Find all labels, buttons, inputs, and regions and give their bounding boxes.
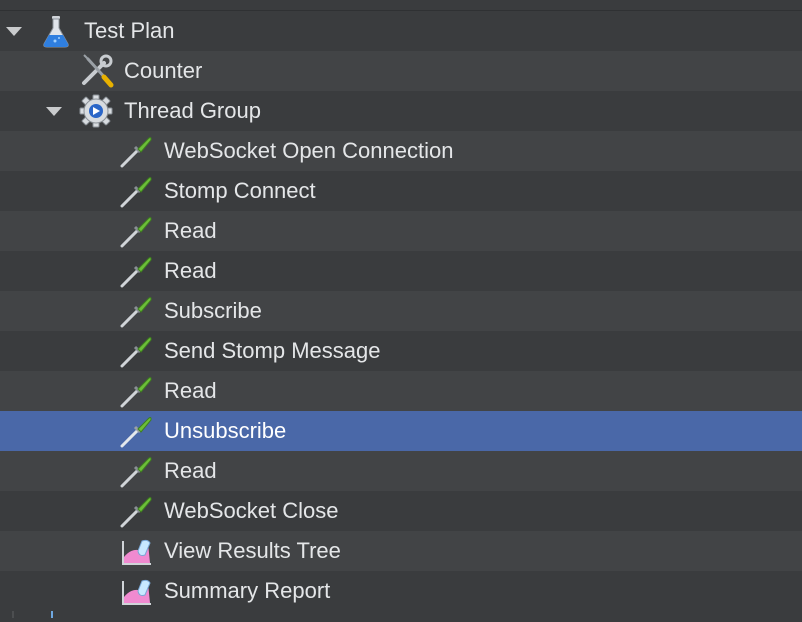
pipette-icon	[118, 333, 154, 369]
pipette-icon	[118, 253, 154, 289]
pipette-icon	[118, 133, 154, 169]
tree-item-label: Stomp Connect	[164, 178, 316, 203]
pipette-icon	[118, 493, 154, 529]
tree-item-label: Read	[164, 458, 217, 483]
tree-item-websocket-close[interactable]: WebSocket Close	[0, 491, 802, 531]
tree-item-label: Test Plan	[84, 18, 175, 43]
pipette-icon	[118, 453, 154, 489]
tree-item-unsubscribe[interactable]: Unsubscribe	[0, 411, 802, 451]
tree-item-label: Read	[164, 258, 217, 283]
tree-item-label: Summary Report	[164, 578, 331, 603]
tree-item-counter[interactable]: Counter	[0, 51, 802, 91]
pipette-icon	[118, 373, 154, 409]
pipette-icon	[118, 213, 154, 249]
tree-item-read[interactable]: Read	[0, 211, 802, 251]
pipette-icon	[118, 173, 154, 209]
tree-item-read[interactable]: Read	[0, 451, 802, 491]
tree-item-subscribe[interactable]: Subscribe	[0, 291, 802, 331]
tree-item-label: WebSocket Close	[164, 498, 339, 523]
pipette-icon	[118, 413, 154, 449]
tree-item-read[interactable]: Read	[0, 371, 802, 411]
flask-icon	[38, 13, 74, 49]
collapse-toggle-thread-group[interactable]	[42, 91, 66, 131]
chart-listener-icon	[118, 533, 154, 569]
tree-item-label: View Results Tree	[164, 538, 341, 563]
tree-item-label: Send Stomp Message	[164, 338, 381, 363]
tree-item-label: WebSocket Open Connection	[164, 138, 454, 163]
tree-item-read[interactable]: Read	[0, 251, 802, 291]
tree-item-label: Read	[164, 218, 217, 243]
tree-item-test-plan[interactable]: Test Plan	[0, 11, 802, 51]
tree-item-websocket-open-connection[interactable]: WebSocket Open Connection	[0, 131, 802, 171]
tree-item-thread-group[interactable]: Thread Group	[0, 91, 802, 131]
tree-item-label: Unsubscribe	[164, 418, 287, 443]
pipette-icon	[118, 293, 154, 329]
test-plan-tree[interactable]: Test Plan Counter Thread Group WebSocket…	[0, 11, 802, 618]
tree-item-send-stomp-message[interactable]: Send Stomp Message	[0, 331, 802, 371]
wrench-screwdriver-icon	[78, 53, 114, 89]
tree-item-stomp-connect[interactable]: Stomp Connect	[0, 171, 802, 211]
tree-item-label: Subscribe	[164, 298, 262, 323]
tree-item-view-results-tree[interactable]: View Results Tree	[0, 531, 802, 571]
tree-item-label: Read	[164, 378, 217, 403]
tree-item-label: Counter	[124, 58, 203, 83]
chart-listener-icon	[118, 573, 154, 609]
collapse-toggle-test-plan[interactable]	[2, 11, 26, 51]
tree-item-summary-report[interactable]: Summary Report	[0, 571, 802, 611]
gear-icon	[78, 93, 114, 129]
tree-top-edge	[0, 0, 802, 11]
tree-item-label: Thread Group	[124, 98, 261, 123]
